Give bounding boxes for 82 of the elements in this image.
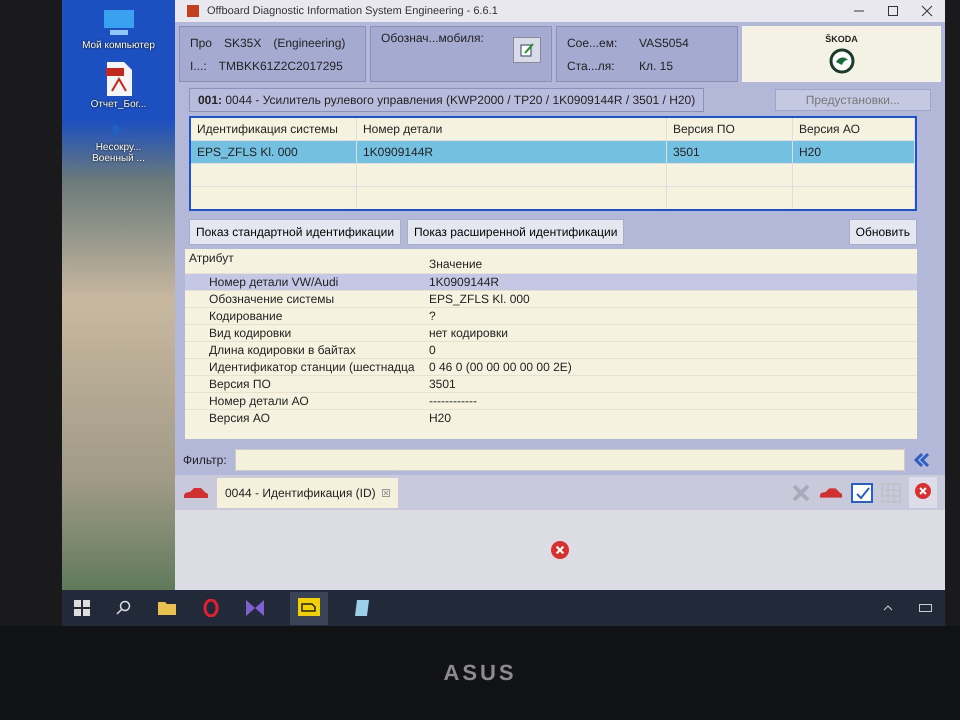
close-icon (915, 483, 931, 499)
attribute-name: Кодирование (208, 309, 284, 323)
table-cell: 1K0909144R (357, 141, 667, 163)
error-icon[interactable] (551, 541, 569, 559)
filter-field[interactable] (234, 449, 905, 471)
attribute-value: 0 46 0 (00 00 00 00 00 2E) (429, 360, 573, 374)
computer-icon[interactable] (102, 8, 136, 38)
attribute-row[interactable]: Вид кодировки нет кодировки (185, 324, 917, 341)
bowtie-icon[interactable] (246, 600, 264, 616)
tab-label: 0044 - Идентификация (ID) (225, 486, 376, 500)
attribute-value: EPS_ZFLS Kl. 000 (429, 292, 531, 306)
table-cell: EPS_ZFLS Kl. 000 (191, 141, 357, 163)
refresh-button[interactable]: Обновить (848, 219, 917, 245)
laptop-logo: ASUS (443, 660, 517, 686)
state-value: Кл. 15 (639, 58, 674, 72)
search-icon[interactable] (116, 600, 132, 616)
calendar-check-icon[interactable] (851, 482, 873, 502)
attribute-row[interactable]: Номер детали АО ------------ (185, 392, 917, 409)
window-title: Offboard Diagnostic Information System Engineering - 6.6.1 (207, 5, 499, 17)
connection-label: Сое...ем: (567, 36, 618, 50)
battery-icon[interactable] (919, 604, 933, 612)
attribute-row[interactable]: Длина кодировки в байтах 0 (185, 341, 917, 358)
brand-logo-icon (828, 48, 854, 74)
vin-value: TMBKK61Z2C2017295 (218, 58, 343, 72)
attribute-name: Версия АО (208, 411, 271, 425)
car-icon[interactable] (819, 486, 843, 500)
attribute-row[interactable]: Номер детали VW/Audi 1K0909144R (185, 273, 917, 290)
attribute-value: 3501 (429, 377, 457, 391)
attribute-name: Обозначение системы (208, 292, 336, 306)
attribute-row[interactable]: Идентификатор станции (шестнадца 0 46 0 (00 00 00 00 00 2E) (185, 358, 917, 375)
close-button[interactable] (909, 477, 937, 508)
folder-icon[interactable] (158, 600, 176, 616)
maximize-icon[interactable] (887, 5, 899, 17)
desktop-icon-label[interactable]: Несокру... Военный ... (78, 142, 158, 164)
vin-label: І...: (190, 58, 207, 72)
attribute-name: Номер детали VW/Audi (208, 275, 340, 289)
attribute-row[interactable]: Версия ПО 3501 (185, 375, 917, 392)
attribute-value: ? (429, 309, 437, 323)
filter-label: Фильтр: (183, 453, 227, 467)
attribute-name: Номер детали АО (208, 394, 310, 408)
profile-value: SK35X (224, 36, 262, 50)
system-row[interactable]: EPS_ZFLS Kl. 000 1K0909144R 3501 H20 (191, 140, 915, 163)
pdf-file-icon[interactable] (104, 61, 134, 97)
column-header[interactable]: Значение (429, 251, 913, 271)
brand-name: ŠKODA (825, 34, 858, 44)
state-label: Ста...ля: (567, 58, 616, 72)
attribute-value: 0 (429, 343, 437, 357)
tab[interactable]: 0044 - Идентификация (ID) (217, 478, 398, 508)
engine-icon[interactable] (298, 598, 320, 616)
table-cell: 3501 (667, 141, 793, 163)
attribute-name: Версия ПО (208, 377, 272, 391)
connection-value: VAS5054 (639, 36, 689, 50)
view-button[interactable]: Показ стандартной идентификации (189, 219, 402, 245)
attribute-row[interactable]: Кодирование ? (185, 307, 917, 324)
attribute-value: нет кодировки (429, 326, 509, 340)
profile-mode: (Engineering) (273, 36, 346, 50)
attribute-value: H20 (429, 411, 452, 425)
double-chevron-icon[interactable] (913, 452, 931, 468)
view-button[interactable]: Показ расширенной идентификации (407, 219, 624, 245)
edit-icon (519, 42, 535, 58)
attribute-value: ------------ (429, 394, 478, 408)
notepad-icon[interactable] (354, 599, 370, 617)
chevron-up-icon[interactable] (883, 604, 893, 612)
edit-button[interactable] (513, 37, 541, 63)
attribute-row[interactable]: Обозначение системы EPS_ZFLS Kl. 000 (185, 290, 917, 307)
app-icon (187, 5, 199, 17)
attribute-name: Идентификатор станции (шестнадца (208, 360, 416, 374)
ring-icon[interactable] (202, 599, 220, 617)
close-icon[interactable] (921, 5, 933, 17)
profile-label: Про (190, 36, 212, 50)
attribute-value: 1K0909144R (429, 275, 500, 289)
attribute-name: Длина кодировки в байтах (208, 343, 357, 357)
desktop-icon-label[interactable]: Отчет_Бог... (90, 99, 146, 110)
attribute-row[interactable]: Версия АО H20 (185, 409, 917, 426)
windows-start-icon[interactable] (74, 600, 90, 616)
car-icon[interactable] (183, 486, 209, 500)
column-header[interactable]: Атрибут (189, 251, 429, 271)
desktop-icon-label[interactable]: Мой компьютер (82, 40, 155, 51)
table-cell: H20 (793, 141, 915, 163)
designation-label: Обознач...мобиля: (381, 31, 484, 45)
control-unit-field: 001: 0044 - Усилитель рулевого управления (KWP2000 / TP20 / 1K0909144R / 3501 / H20) (189, 88, 704, 112)
attribute-name: Вид кодировки (208, 326, 292, 340)
